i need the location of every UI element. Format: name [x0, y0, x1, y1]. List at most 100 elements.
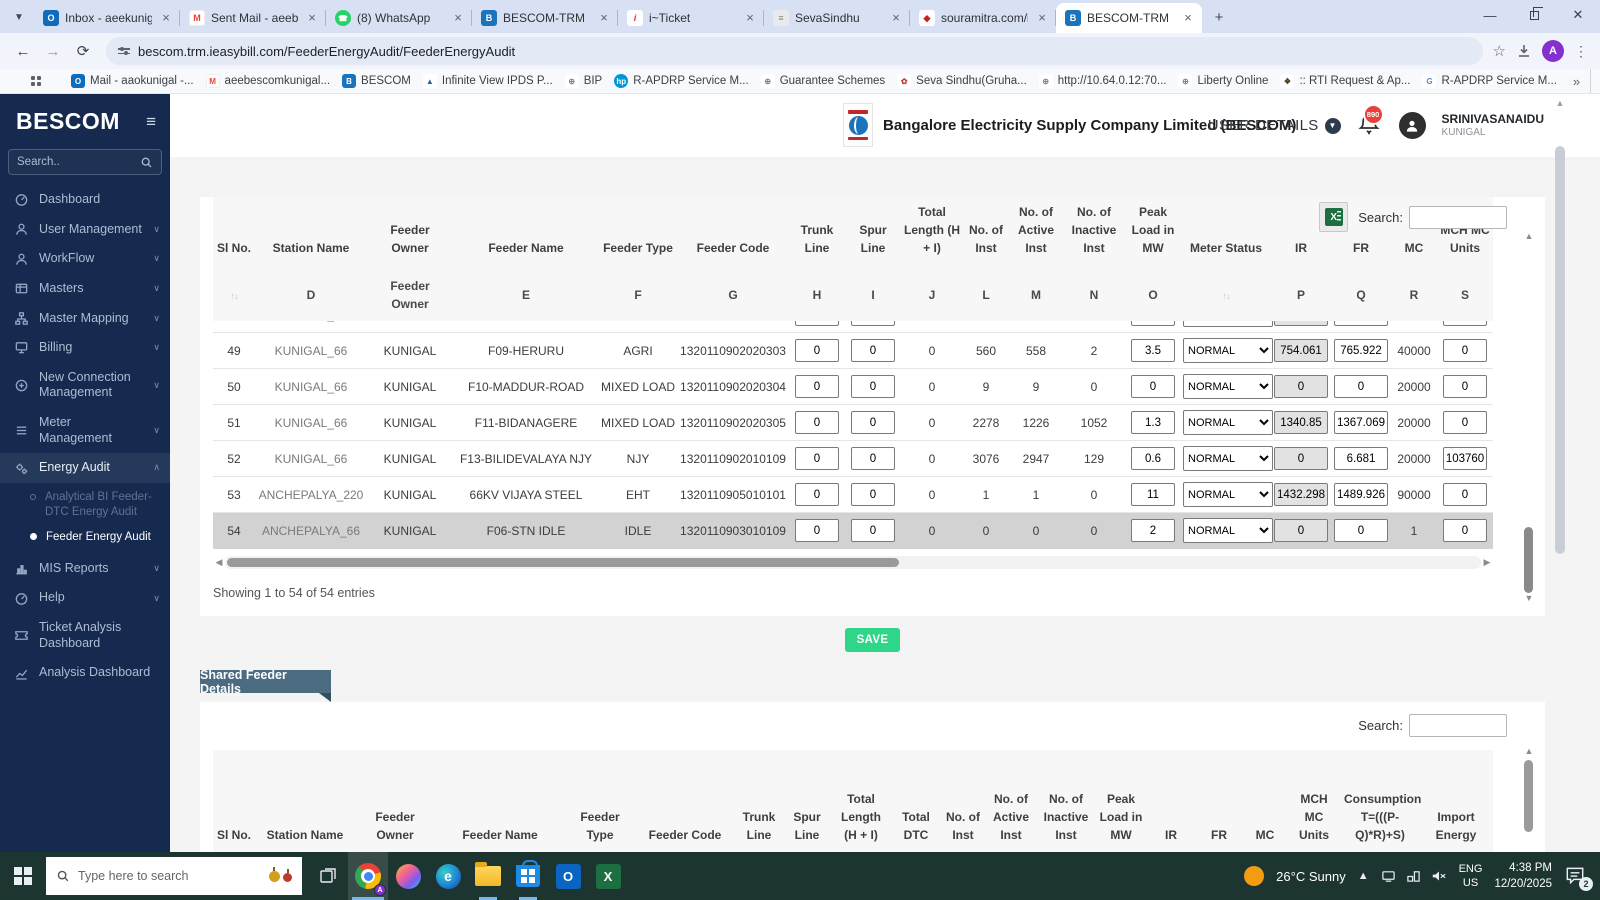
site-controls-icon[interactable]: [118, 46, 130, 55]
shared-column-header[interactable]: IR: [1147, 750, 1195, 852]
sidebar-item-mis-reports[interactable]: MIS Reports ∨: [0, 554, 170, 584]
trunk-line-input[interactable]: [795, 519, 839, 543]
column-header[interactable]: Peak Load in MW: [1125, 197, 1181, 269]
column-header[interactable]: Station Name: [255, 197, 367, 269]
tab-close-icon[interactable]: ×: [158, 10, 174, 26]
notifications-button[interactable]: 890: [1357, 103, 1384, 141]
fr-input[interactable]: [1334, 447, 1388, 470]
shared-column-header[interactable]: Sl No.: [213, 750, 255, 852]
vertical-scroll-thumb[interactable]: [1524, 527, 1533, 593]
mch-units-input[interactable]: [1443, 321, 1487, 326]
sidebar-item-new-connection-management[interactable]: New Connection Management ∨: [0, 363, 170, 408]
tab-search-chevron-icon[interactable]: ▼: [6, 4, 32, 30]
bookmark-item[interactable]: ❖:: RTI Request & Ap...: [1274, 72, 1416, 90]
weather-text[interactable]: 26°C Sunny: [1276, 869, 1346, 884]
shared-column-header[interactable]: MCH MC Units: [1287, 750, 1341, 852]
fr-input[interactable]: [1334, 519, 1388, 543]
bookmark-item[interactable]: G R-APDRP Service M...: [1416, 72, 1562, 90]
peak-load-input[interactable]: [1131, 483, 1175, 506]
sidebar-item-ticket-analysis-dashboard[interactable]: Ticket Analysis Dashboard: [0, 613, 170, 658]
spur-line-input[interactable]: [851, 321, 895, 326]
fr-input[interactable]: [1334, 411, 1388, 434]
tab-close-icon[interactable]: ×: [304, 10, 320, 26]
column-header[interactable]: Trunk Line: [789, 197, 845, 269]
shared-column-header[interactable]: Total Length (H + I): [831, 750, 891, 852]
sidebar-item-dashboard[interactable]: Dashboard: [0, 185, 170, 215]
start-button[interactable]: [0, 852, 46, 900]
taskbar-excel-button[interactable]: X: [588, 852, 628, 900]
mch-units-input[interactable]: [1443, 339, 1487, 362]
column-header[interactable]: Feeder Name: [453, 197, 599, 269]
action-center-button[interactable]: 2: [1564, 865, 1593, 891]
column-header[interactable]: Total Length (H + I): [901, 197, 963, 269]
bookmark-item[interactable]: O Mail - aaokunigal -...: [65, 72, 200, 90]
column-header[interactable]: No. of Active Inst: [1009, 197, 1063, 269]
bookmark-item[interactable]: ✿ Seva Sindhu(Gruha...: [891, 72, 1033, 90]
user-details-button[interactable]: USER DETAILS ▼: [1208, 117, 1341, 134]
column-letter[interactable]: O: [1125, 269, 1181, 321]
column-header[interactable]: No. of Inactive Inst: [1063, 197, 1125, 269]
spur-line-input[interactable]: [851, 411, 895, 434]
sidebar-subitem-analytical-bi-feeder-dtc-energy-audit[interactable]: Analytical BI Feeder-DTC Energy Audit: [0, 485, 170, 525]
column-letter[interactable]: G: [677, 269, 789, 321]
sidebar-search[interactable]: [8, 149, 162, 175]
page-scrollbar[interactable]: ▲: [1554, 94, 1566, 852]
ir-input[interactable]: [1274, 339, 1328, 362]
shared-column-header[interactable]: No. of Inactive Inst: [1037, 750, 1095, 852]
shared-column-header[interactable]: Consumption T=(((P-Q)*R)+S): [1341, 750, 1421, 852]
sidebar-item-master-mapping[interactable]: Master Mapping ∨: [0, 304, 170, 334]
bookmark-item[interactable]: B BESCOM: [336, 72, 417, 90]
mch-units-input[interactable]: [1443, 375, 1487, 398]
column-letter[interactable]: M: [1009, 269, 1063, 321]
taskbar-copilot-button[interactable]: [388, 852, 428, 900]
column-header[interactable]: Spur Line: [845, 197, 901, 269]
bookmark-item[interactable]: ⊕ http://10.64.0.12:70...: [1033, 72, 1173, 90]
bookmark-item[interactable]: hp R-APDRP Service M...: [608, 72, 754, 90]
column-letter[interactable]: I: [845, 269, 901, 321]
peak-load-input[interactable]: [1131, 339, 1175, 362]
column-header[interactable]: Feeder Type: [599, 197, 677, 269]
sort-icon[interactable]: ↑↓: [1223, 291, 1231, 301]
column-letter[interactable]: E: [453, 269, 599, 321]
taskbar-edge-button[interactable]: e: [428, 852, 468, 900]
sidebar-item-workflow[interactable]: WorkFlow ∨: [0, 244, 170, 274]
browser-tab[interactable]: ☎ (8) WhatsApp ×: [326, 3, 472, 33]
ir-input[interactable]: [1274, 375, 1328, 398]
peak-load-input[interactable]: [1131, 519, 1175, 543]
bookmark-item[interactable]: ⊕ BIP: [559, 72, 609, 90]
shared-column-header[interactable]: Spur Line: [783, 750, 831, 852]
tab-close-icon[interactable]: ×: [596, 10, 612, 26]
ir-input[interactable]: [1274, 321, 1328, 326]
column-letter[interactable]: ↑↓: [1181, 269, 1271, 321]
spur-line-input[interactable]: [851, 447, 895, 470]
column-letter[interactable]: J: [901, 269, 963, 321]
column-header[interactable]: No. of Inst: [963, 197, 1009, 269]
spur-line-input[interactable]: [851, 375, 895, 398]
spur-line-input[interactable]: [851, 483, 895, 506]
bookmark-item[interactable]: ⊕ Liberty Online: [1172, 72, 1274, 90]
trunk-line-input[interactable]: [795, 339, 839, 362]
column-letter[interactable]: D: [255, 269, 367, 321]
reload-button[interactable]: ⟳: [70, 38, 96, 64]
download-icon[interactable]: [1516, 43, 1532, 59]
browser-tab[interactable]: ◆ souramitra.com/index.htm ×: [910, 3, 1056, 33]
meter-status-select[interactable]: NORMAL: [1183, 321, 1273, 327]
shared-column-header[interactable]: Feeder Code: [635, 750, 735, 852]
sidebar-item-help[interactable]: Help ∨: [0, 583, 170, 613]
spur-line-input[interactable]: [851, 339, 895, 362]
back-button[interactable]: ←: [10, 38, 36, 64]
sidebar-item-energy-audit[interactable]: Energy Audit ∧: [0, 453, 170, 483]
shared-column-header[interactable]: Trunk Line: [735, 750, 783, 852]
tab-close-icon[interactable]: ×: [742, 10, 758, 26]
tab-close-icon[interactable]: ×: [1180, 10, 1196, 26]
close-button[interactable]: ✕: [1556, 0, 1600, 30]
vertical-scroll-thumb[interactable]: [1524, 760, 1533, 832]
sidebar-item-analysis-dashboard[interactable]: Analysis Dashboard: [0, 658, 170, 688]
scroll-up-icon[interactable]: ▲: [1554, 98, 1566, 108]
taskbar-outlook-button[interactable]: O: [548, 852, 588, 900]
column-letter[interactable]: L: [963, 269, 1009, 321]
column-letter[interactable]: H: [789, 269, 845, 321]
mch-units-input[interactable]: [1443, 411, 1487, 434]
column-header[interactable]: Feeder Owner: [367, 197, 453, 269]
network-icon[interactable]: [1406, 869, 1421, 883]
